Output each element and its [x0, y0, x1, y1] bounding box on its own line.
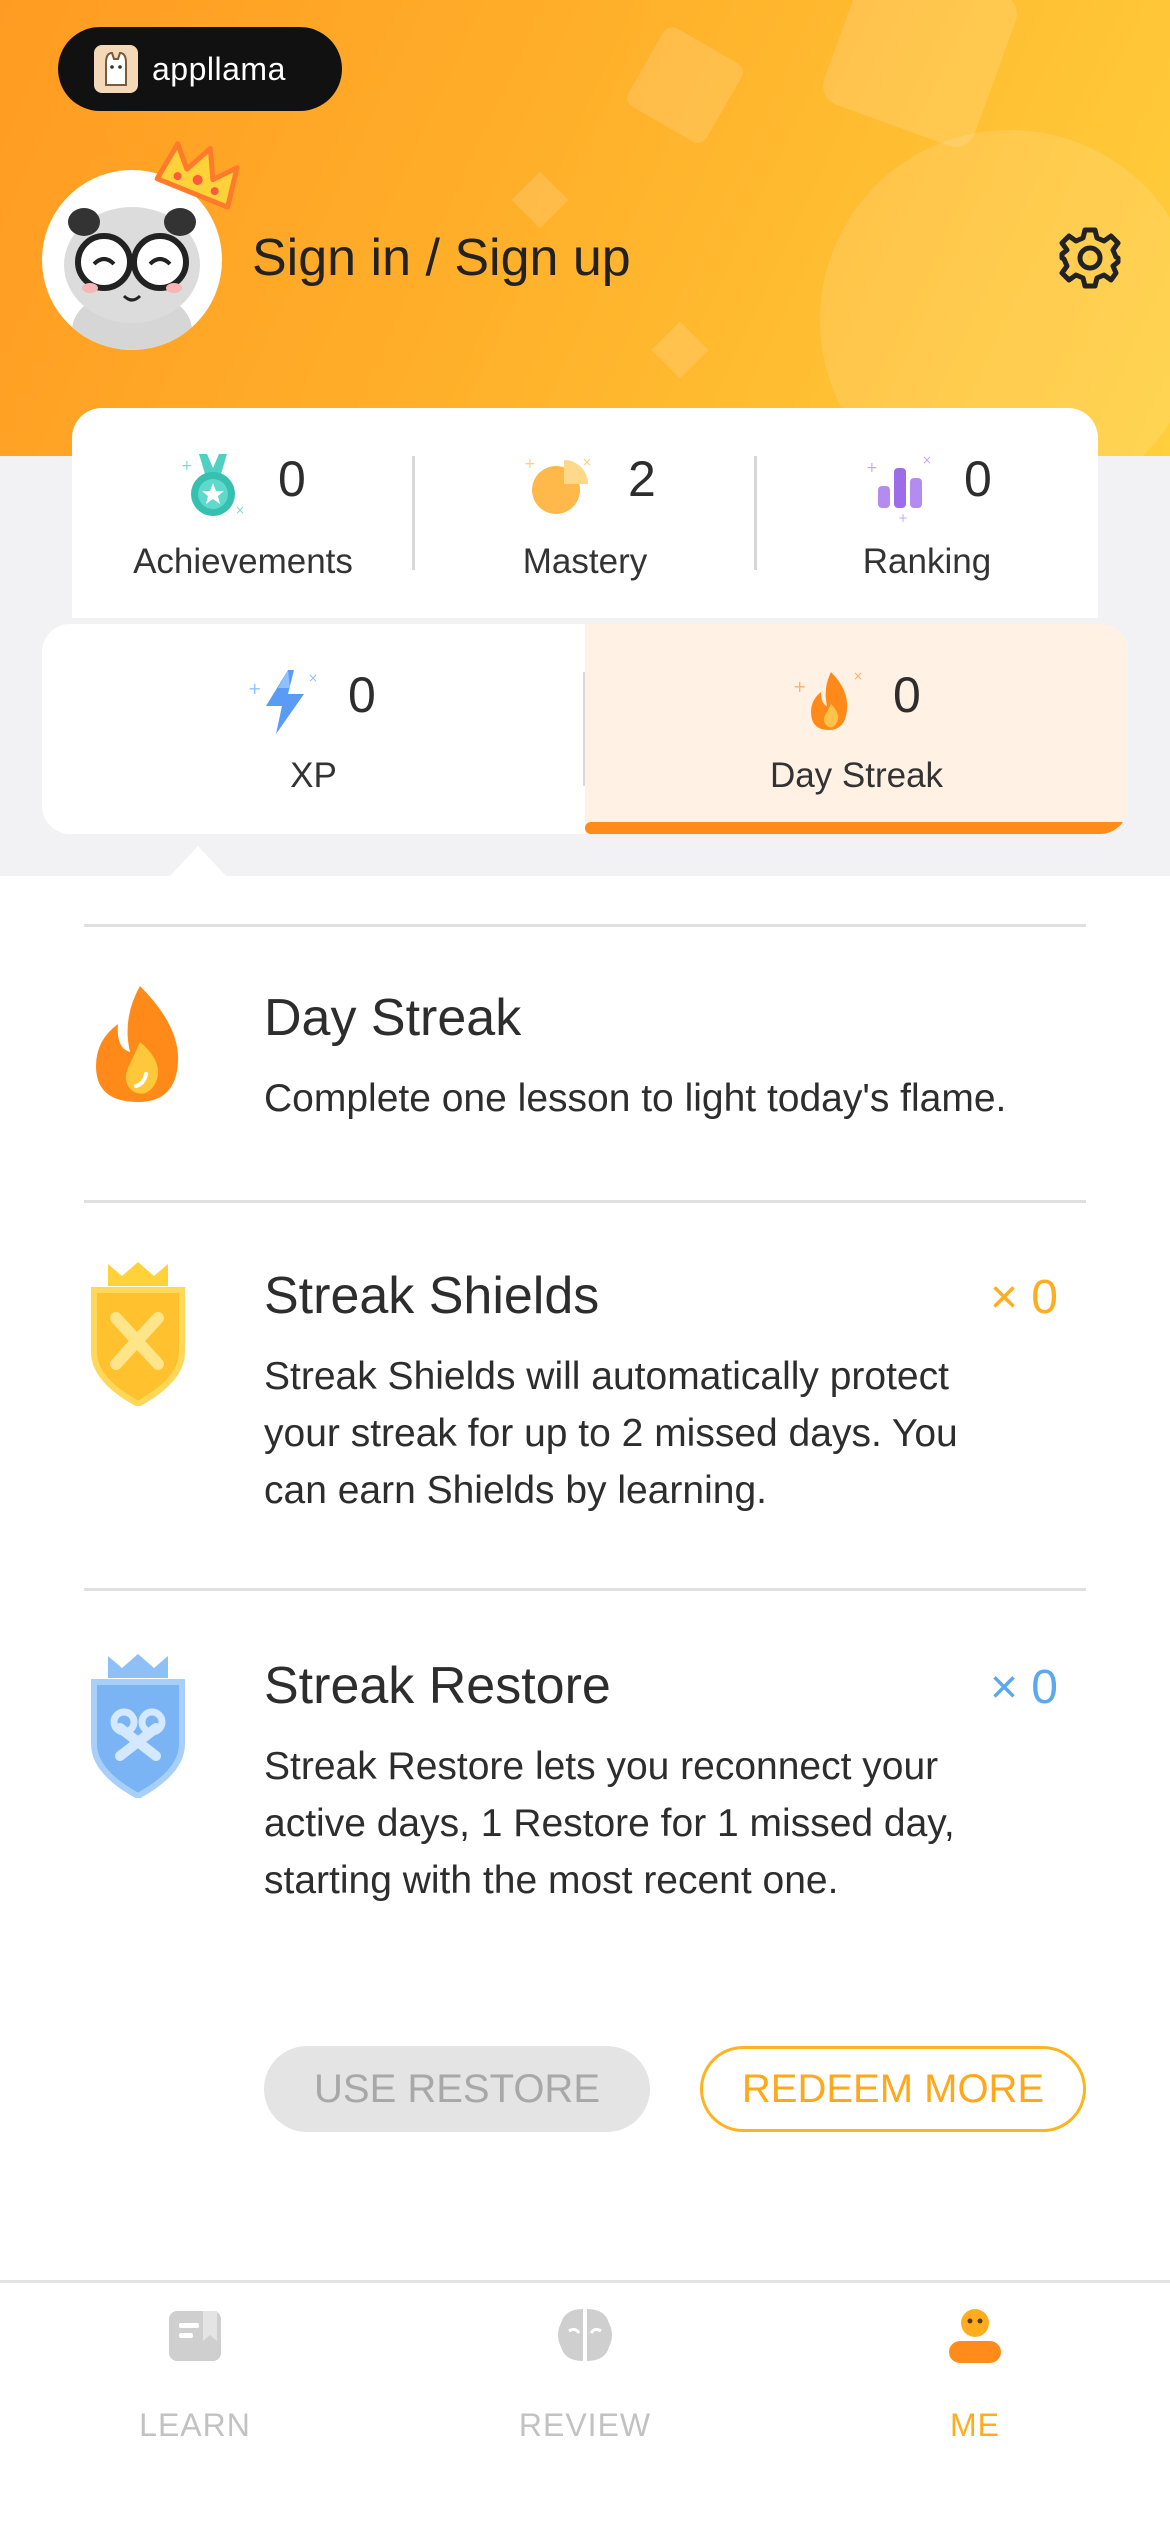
- flame-icon: + ×: [793, 669, 863, 730]
- svg-text:+: +: [793, 677, 806, 696]
- svg-text:+: +: [181, 458, 193, 474]
- achievements-label: Achievements: [133, 542, 353, 581]
- nav-me-label: ME: [950, 2407, 1000, 2443]
- svg-text:×: ×: [308, 671, 318, 685]
- flame-icon: [96, 986, 179, 1102]
- restore-shield-icon: [91, 1654, 185, 1798]
- llama-logo-icon: [94, 45, 138, 93]
- signin-link[interactable]: Sign in / Sign up: [252, 228, 631, 288]
- restore-desc-line: active days, 1 Restore for 1 missed day,: [264, 1802, 955, 1845]
- shield-icon: [91, 1262, 185, 1406]
- tab-pointer: [170, 846, 226, 876]
- restore-desc-line: starting with the most recent one.: [264, 1859, 839, 1902]
- brand-name: appllama: [152, 50, 286, 87]
- svg-text:×: ×: [582, 455, 592, 469]
- pie-chart-icon: + ×: [524, 455, 592, 514]
- profile-icon: [949, 2309, 1001, 2363]
- streak-shields-title: Streak Shields: [264, 1267, 600, 1325]
- stat-tabs: + × 0 XP + × 0 Day Streak: [42, 624, 1128, 834]
- stats-card: + × 0 Achievements + × 2 Mastery + × + 0…: [72, 408, 1098, 618]
- streak-shields-desc: Streak Shields will automatically protec…: [264, 1348, 1094, 1519]
- mastery-value: 2: [628, 451, 656, 507]
- brain-icon: [558, 2309, 612, 2361]
- xp-value: 0: [348, 667, 376, 723]
- medal-icon: + ×: [181, 454, 245, 517]
- bottom-nav: LEARN REVIEW ME: [0, 2280, 1170, 2535]
- restore-count: × 0: [989, 1661, 1058, 1714]
- book-icon: [169, 2311, 221, 2361]
- stat-achievements[interactable]: + × 0 Achievements: [72, 408, 414, 618]
- tab-xp[interactable]: + × 0 XP: [42, 624, 585, 834]
- svg-text:+: +: [866, 460, 878, 476]
- divider: [84, 924, 1086, 927]
- restore-desc-line: Streak Restore lets you reconnect your: [264, 1745, 939, 1788]
- svg-text:×: ×: [235, 503, 245, 517]
- shields-count: × 0: [989, 1271, 1058, 1324]
- day-streak-title: Day Streak: [264, 989, 522, 1047]
- nav-review[interactable]: REVIEW: [390, 2283, 780, 2535]
- achievements-value: 0: [278, 451, 306, 507]
- svg-text:+: +: [524, 456, 536, 472]
- nav-me[interactable]: ME: [780, 2283, 1170, 2535]
- app-badge: appllama: [58, 27, 342, 111]
- svg-text:×: ×: [922, 453, 932, 467]
- shields-desc-line: can earn Shields by learning.: [264, 1469, 767, 1512]
- xp-label: XP: [290, 756, 337, 795]
- shields-desc-line: Streak Shields will automatically protec…: [264, 1355, 949, 1398]
- redeem-more-button[interactable]: REDEEM MORE: [700, 2046, 1086, 2132]
- bar-ranking-icon: + × +: [866, 453, 932, 522]
- ranking-value: 0: [964, 451, 992, 507]
- svg-text:×: ×: [853, 669, 863, 683]
- nav-learn[interactable]: LEARN: [0, 2283, 390, 2535]
- lightning-icon: + ×: [248, 670, 318, 734]
- day-streak-label: Day Streak: [769, 756, 944, 795]
- stat-mastery[interactable]: + × 2 Mastery: [414, 408, 756, 618]
- stat-ranking[interactable]: + × + 0 Ranking: [756, 408, 1098, 618]
- nav-review-label: REVIEW: [518, 2407, 652, 2443]
- use-restore-button[interactable]: USE RESTORE: [264, 2046, 650, 2132]
- crown-icon: [154, 141, 240, 210]
- streak-restore-title: Streak Restore: [264, 1657, 611, 1715]
- divider: [84, 1200, 1086, 1203]
- settings-gear-icon[interactable]: [1056, 224, 1124, 292]
- nav-learn-label: LEARN: [139, 2407, 251, 2443]
- mastery-label: Mastery: [522, 542, 648, 581]
- svg-text:+: +: [898, 511, 908, 522]
- streak-restore-desc: Streak Restore lets you reconnect your a…: [264, 1738, 1094, 1909]
- ranking-label: Ranking: [862, 542, 992, 581]
- day-streak-value: 0: [893, 667, 921, 723]
- day-streak-desc: Complete one lesson to light today's fla…: [264, 1077, 1007, 1120]
- shields-desc-line: your streak for up to 2 missed days. You: [264, 1412, 958, 1455]
- active-tab-indicator: [585, 822, 1128, 834]
- divider: [84, 1588, 1086, 1591]
- svg-text:+: +: [248, 679, 261, 698]
- tab-day-streak[interactable]: + × 0 Day Streak: [585, 624, 1128, 834]
